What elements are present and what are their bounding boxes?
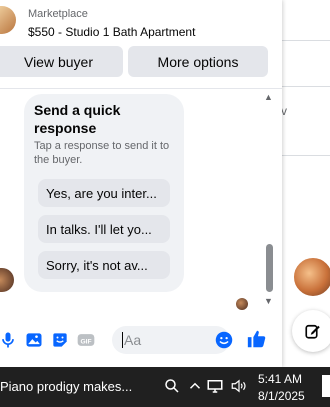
photo-icon[interactable] <box>24 330 44 350</box>
listing-title[interactable]: $550 - Studio 1 Bath Apartment <box>28 25 195 39</box>
message-input-placeholder: Aa <box>124 332 142 348</box>
chat-window: Marketplace $550 - Studio 1 Bath Apartme… <box>0 0 282 367</box>
chevron-up-icon[interactable] <box>186 377 204 395</box>
quick-response-card: Send a quick response Tap a response to … <box>24 94 184 292</box>
quick-response-option[interactable]: Sorry, it's not av... <box>38 251 170 279</box>
chat-head-avatar[interactable] <box>292 256 330 298</box>
svg-text:GIF: GIF <box>80 338 91 345</box>
display-icon[interactable] <box>206 377 224 395</box>
search-icon[interactable] <box>163 377 181 395</box>
emoji-icon[interactable] <box>215 331 233 349</box>
message-list[interactable]: ▲ ▼ Send a quick response Tap a response… <box>0 88 282 310</box>
new-message-button[interactable] <box>292 310 330 352</box>
bg-divider <box>282 155 330 156</box>
listing-category: Marketplace <box>28 8 88 20</box>
thumbs-up-icon[interactable] <box>246 328 268 350</box>
news-widget[interactable]: Piano prodigy makes... <box>0 379 132 394</box>
clock-date[interactable]: 8/1/2025 <box>258 389 305 403</box>
scroll-up-arrow-icon[interactable]: ▲ <box>264 92 273 102</box>
clock-time[interactable]: 5:41 AM <box>258 372 302 386</box>
message-input[interactable]: Aa <box>112 326 230 354</box>
message-composer: GIF Aa <box>0 318 282 362</box>
listing-thumbnail[interactable] <box>0 6 16 34</box>
chat-header: Marketplace $550 - Studio 1 Bath Apartme… <box>0 0 282 89</box>
bg-divider <box>282 40 330 41</box>
quick-response-subtitle: Tap a response to send it to the buyer. <box>34 140 170 166</box>
more-options-button[interactable]: More options <box>128 46 268 77</box>
gif-icon[interactable]: GIF <box>76 330 96 350</box>
notification-center-button[interactable] <box>322 375 330 397</box>
taskbar: Piano prodigy makes... 5:41 AM 8/1/2025 <box>0 367 330 407</box>
seen-indicator-avatar <box>236 298 248 310</box>
scrollbar-thumb[interactable] <box>266 244 273 292</box>
quick-response-title: Send a quick response <box>34 102 121 136</box>
quick-response-option[interactable]: Yes, are you inter... <box>38 179 170 207</box>
scroll-down-arrow-icon[interactable]: ▼ <box>264 296 273 306</box>
compose-icon <box>305 324 320 339</box>
view-buyer-button[interactable]: View buyer <box>0 46 123 77</box>
bg-divider <box>282 86 330 87</box>
sticker-icon[interactable] <box>50 330 70 350</box>
text-cursor <box>122 332 123 348</box>
volume-icon[interactable] <box>230 377 248 395</box>
buyer-avatar[interactable] <box>0 268 14 292</box>
microphone-icon[interactable] <box>0 330 18 350</box>
quick-response-option[interactable]: In talks. I'll let yo... <box>38 215 170 243</box>
